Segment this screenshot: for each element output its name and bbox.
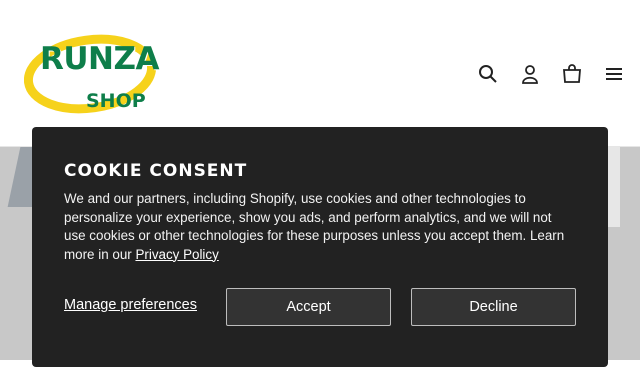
search-icon[interactable] xyxy=(476,62,500,86)
cookie-description: We and our partners, including Shopify, … xyxy=(64,190,576,264)
cookie-consent-dialog: COOKIE CONSENT We and our partners, incl… xyxy=(32,127,608,367)
runza-shop-logo[interactable]: RUNZA SHOP xyxy=(23,30,160,118)
header-actions xyxy=(458,60,626,88)
account-icon[interactable] xyxy=(518,62,542,86)
logo-subtext: SHOP xyxy=(86,90,146,112)
cookie-title: COOKIE CONSENT xyxy=(64,161,248,181)
logo-wordmark: RUNZA xyxy=(40,41,159,77)
manage-preferences-link[interactable]: Manage preferences xyxy=(64,297,197,313)
menu-icon[interactable] xyxy=(602,62,626,86)
cart-icon[interactable] xyxy=(560,62,584,86)
decline-button[interactable]: Decline xyxy=(411,288,576,326)
accept-button[interactable]: Accept xyxy=(226,288,391,326)
site-header: RUNZA SHOP xyxy=(0,0,640,147)
privacy-policy-link[interactable]: Privacy Policy xyxy=(135,247,218,262)
